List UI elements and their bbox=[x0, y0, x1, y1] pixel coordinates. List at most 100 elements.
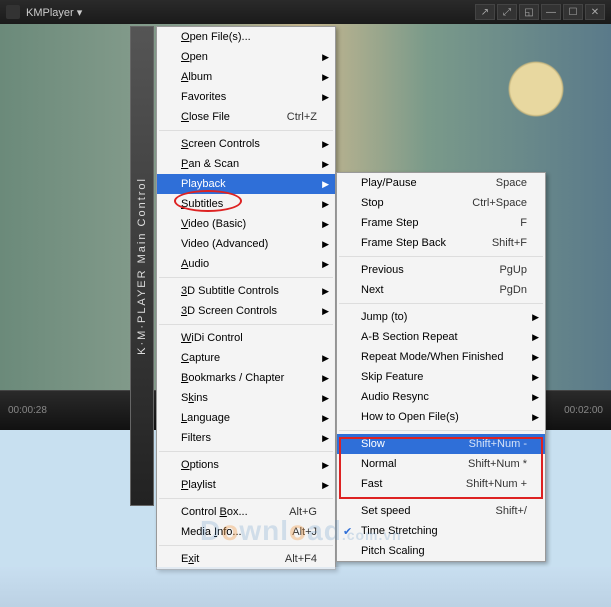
menu-playlist[interactable]: Playlist▶ bbox=[157, 475, 335, 495]
menu-3d-subtitle-controls[interactable]: 3D Subtitle Controls▶ bbox=[157, 281, 335, 301]
submenu-arrow-icon: ▶ bbox=[322, 480, 329, 491]
pin-icon[interactable]: ↗ bbox=[475, 4, 495, 20]
menu-separator bbox=[339, 497, 543, 498]
expand-icon[interactable]: ⤢ bbox=[497, 4, 517, 20]
menu-label: Close File bbox=[181, 111, 287, 123]
submenu-arrow-icon: ▶ bbox=[322, 72, 329, 83]
playback-play-pause[interactable]: Play/PauseSpace bbox=[337, 173, 545, 193]
playback-set-speed[interactable]: Set speedShift+/ bbox=[337, 501, 545, 521]
menu-open-file-s[interactable]: Open File(s)... bbox=[157, 27, 335, 47]
menu-widi-control[interactable]: WiDi Control bbox=[157, 328, 335, 348]
playback-skip-feature[interactable]: Skip Feature▶ bbox=[337, 367, 545, 387]
restore-icon[interactable]: ◱ bbox=[519, 4, 539, 20]
menu-separator bbox=[159, 130, 333, 131]
menu-open[interactable]: Open▶ bbox=[157, 47, 335, 67]
main-control-sidebar[interactable]: K·M·PLAYER Main Control bbox=[130, 26, 154, 506]
menu-close-file[interactable]: Close FileCtrl+Z bbox=[157, 107, 335, 127]
menu-label: Skins bbox=[181, 392, 317, 404]
menu-label: Audio bbox=[181, 258, 317, 270]
playback-time-stretching[interactable]: ✔Time Stretching bbox=[337, 521, 545, 541]
close-button[interactable]: ✕ bbox=[585, 4, 605, 20]
app-icon bbox=[6, 5, 20, 19]
menu-shortcut: PgDn bbox=[499, 284, 527, 296]
menu-label: Next bbox=[361, 284, 499, 296]
playback-pitch-scaling[interactable]: Pitch Scaling bbox=[337, 541, 545, 561]
menu-label: Filters bbox=[181, 432, 317, 444]
menu-video-advanced[interactable]: Video (Advanced)▶ bbox=[157, 234, 335, 254]
menu-shortcut: Shift+Num * bbox=[468, 458, 527, 470]
menu-filters[interactable]: Filters▶ bbox=[157, 428, 335, 448]
menu-label: Exit bbox=[181, 553, 285, 565]
playback-slow[interactable]: SlowShift+Num - bbox=[337, 434, 545, 454]
playback-a-b-section-repeat[interactable]: A-B Section Repeat▶ bbox=[337, 327, 545, 347]
total-time: 00:02:00 bbox=[564, 405, 603, 416]
menu-options[interactable]: Options ▶ bbox=[157, 455, 335, 475]
submenu-arrow-icon: ▶ bbox=[322, 460, 329, 471]
menu-language[interactable]: Language▶ bbox=[157, 408, 335, 428]
menu-separator bbox=[339, 303, 543, 304]
playback-audio-resync[interactable]: Audio Resync ▶ bbox=[337, 387, 545, 407]
menu-3d-screen-controls[interactable]: 3D Screen Controls▶ bbox=[157, 301, 335, 321]
menu-separator bbox=[159, 545, 333, 546]
menu-skins[interactable]: Skins ▶ bbox=[157, 388, 335, 408]
menu-label: Fast bbox=[361, 478, 466, 490]
menu-label: Audio Resync bbox=[361, 391, 527, 403]
menu-label: Pitch Scaling bbox=[361, 545, 527, 557]
submenu-arrow-icon: ▶ bbox=[322, 286, 329, 297]
maximize-button[interactable]: ☐ bbox=[563, 4, 583, 20]
menu-bookmarks-chapter[interactable]: Bookmarks / Chapter▶ bbox=[157, 368, 335, 388]
submenu-arrow-icon: ▶ bbox=[532, 412, 539, 423]
menu-separator bbox=[159, 277, 333, 278]
menu-exit[interactable]: ExitAlt+F4 bbox=[157, 549, 335, 569]
menu-label: How to Open File(s) bbox=[361, 411, 527, 423]
menu-video-basic[interactable]: Video (Basic)▶ bbox=[157, 214, 335, 234]
menu-playback[interactable]: Playback▶ bbox=[157, 174, 335, 194]
submenu-arrow-icon: ▶ bbox=[322, 92, 329, 103]
menu-label: Album bbox=[181, 71, 317, 83]
menu-capture[interactable]: Capture▶ bbox=[157, 348, 335, 368]
menu-label: Normal bbox=[361, 458, 468, 470]
submenu-arrow-icon: ▶ bbox=[532, 392, 539, 403]
menu-subtitles[interactable]: Subtitles▶ bbox=[157, 194, 335, 214]
menu-shortcut: Space bbox=[496, 177, 527, 189]
menu-shortcut: Shift+Num + bbox=[466, 478, 527, 490]
submenu-arrow-icon: ▶ bbox=[322, 413, 329, 424]
menu-favorites[interactable]: Favorites▶ bbox=[157, 87, 335, 107]
menu-label: Open bbox=[181, 51, 317, 63]
submenu-arrow-icon: ▶ bbox=[322, 393, 329, 404]
menu-label: Video (Basic) bbox=[181, 218, 317, 230]
playback-jump-to[interactable]: Jump (to)▶ bbox=[337, 307, 545, 327]
menu-label: Options bbox=[181, 459, 317, 471]
playback-frame-step-back[interactable]: Frame Step BackShift+F bbox=[337, 233, 545, 253]
menu-shortcut: Ctrl+Space bbox=[472, 197, 527, 209]
submenu-arrow-icon: ▶ bbox=[532, 332, 539, 343]
app-title[interactable]: KMPlayer ▾ bbox=[26, 6, 475, 19]
menu-media-info[interactable]: Media Info...Alt+J bbox=[157, 522, 335, 542]
playback-how-to-open-file-s[interactable]: How to Open File(s) ▶ bbox=[337, 407, 545, 427]
submenu-arrow-icon: ▶ bbox=[322, 179, 329, 190]
submenu-arrow-icon: ▶ bbox=[322, 239, 329, 250]
playback-stop[interactable]: StopCtrl+Space bbox=[337, 193, 545, 213]
menu-album[interactable]: Album ▶ bbox=[157, 67, 335, 87]
menu-audio[interactable]: Audio▶ bbox=[157, 254, 335, 274]
menu-label: Frame Step Back bbox=[361, 237, 492, 249]
menu-shortcut: Alt+F4 bbox=[285, 553, 317, 565]
playback-frame-step[interactable]: Frame StepF bbox=[337, 213, 545, 233]
minimize-button[interactable]: — bbox=[541, 4, 561, 20]
menu-control-box[interactable]: Control Box...Alt+G bbox=[157, 502, 335, 522]
playback-repeat-mode-when-finished[interactable]: Repeat Mode/When Finished▶ bbox=[337, 347, 545, 367]
playback-previous[interactable]: PreviousPgUp bbox=[337, 260, 545, 280]
submenu-arrow-icon: ▶ bbox=[532, 372, 539, 383]
submenu-arrow-icon: ▶ bbox=[322, 373, 329, 384]
playback-next[interactable]: NextPgDn bbox=[337, 280, 545, 300]
menu-pan-scan[interactable]: Pan & Scan▶ bbox=[157, 154, 335, 174]
titlebar: KMPlayer ▾ ↗ ⤢ ◱ — ☐ ✕ bbox=[0, 0, 611, 24]
playback-normal[interactable]: NormalShift+Num * bbox=[337, 454, 545, 474]
menu-separator bbox=[159, 498, 333, 499]
submenu-arrow-icon: ▶ bbox=[322, 306, 329, 317]
playback-fast[interactable]: FastShift+Num + bbox=[337, 474, 545, 494]
submenu-arrow-icon: ▶ bbox=[532, 312, 539, 323]
submenu-arrow-icon: ▶ bbox=[322, 199, 329, 210]
menu-label: Frame Step bbox=[361, 217, 520, 229]
menu-screen-controls[interactable]: Screen Controls▶ bbox=[157, 134, 335, 154]
